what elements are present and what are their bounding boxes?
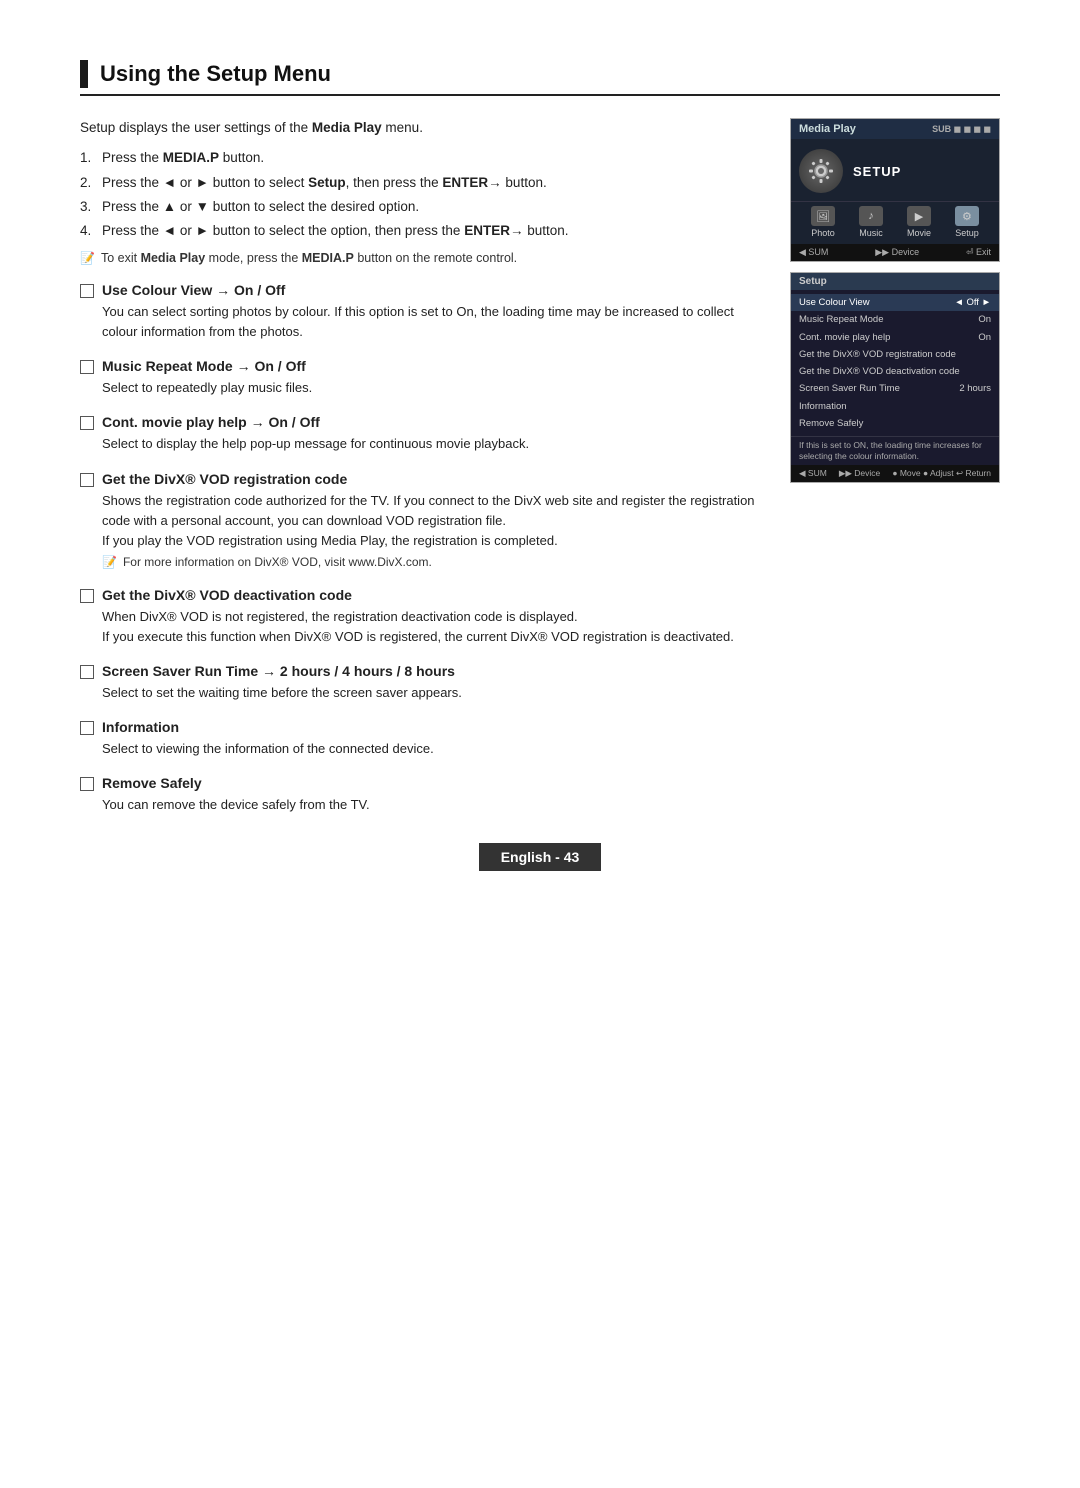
setup-item-colour-view: Use Colour View ◄ Off ► [791,294,999,311]
checkbox-icon [80,777,94,791]
checkbox-icon [80,284,94,298]
step-3: 3. Press the ▲ or ▼ button to select the… [80,197,766,217]
setup-item-music-repeat: Music Repeat Mode On [791,311,999,328]
subsection-remove-safely: Remove Safely You can remove the device … [80,775,766,815]
mp-sub: SUB ◼ ◼ ◼ ◼ [932,124,991,135]
subsection-screen-saver: Screen Saver Run Time → 2 hours / 4 hour… [80,663,766,703]
content-area: Setup displays the user settings of the … [80,118,1000,831]
media-play-screen: Media Play SUB ◼ ◼ ◼ ◼ [790,118,1000,262]
setup-item-information: Information [791,398,999,415]
mp-title: Media Play [799,123,856,135]
subsection-use-colour-view: Use Colour View → On / Off You can selec… [80,282,766,342]
checkbox-icon [80,360,94,374]
step-2: 2. Press the ◄ or ► button to select Set… [80,173,766,193]
page-footer: English - 43 [0,843,1080,871]
subsection-information: Information Select to viewing the inform… [80,719,766,759]
setup-menu-screen: Setup Use Colour View ◄ Off ► Music Repe… [790,272,1000,483]
mp-icon-setup: ⚙ Setup [955,206,979,238]
setup-screen-footer: ◀ SUM ▶▶ Device ● Move ● Adjust ↩ Return [791,465,999,482]
setup-screen-note: If this is set to ON, the loading time i… [791,436,999,465]
section-title-bar: Using the Setup Menu [80,60,1000,96]
setup-item-cont-movie: Cont. movie play help On [791,329,999,346]
divx-registration-note: 📝 For more information on DivX® VOD, vis… [102,554,766,571]
step-1: 1. Press the MEDIA.P button. [80,148,766,168]
setup-screen-header: Setup [791,273,999,290]
setup-item-remove-safely: Remove Safely [791,415,999,432]
page-number: English - 43 [479,843,602,871]
subsection-music-repeat: Music Repeat Mode → On / Off Select to r… [80,358,766,398]
checkbox-icon [80,665,94,679]
main-text-area: Setup displays the user settings of the … [80,118,766,831]
setup-menu-items: Use Colour View ◄ Off ► Music Repeat Mod… [791,290,999,436]
subsection-divx-registration: Get the DivX® VOD registration code Show… [80,471,766,571]
mp-footer: ◀ SUM ▶▶ Device ⏎ Exit [791,244,999,261]
checkbox-icon [80,589,94,603]
step-4: 4. Press the ◄ or ► button to select the… [80,221,766,241]
checkbox-icon [80,416,94,430]
setup-item-screen-saver: Screen Saver Run Time 2 hours [791,380,999,397]
checkbox-icon [80,473,94,487]
section-title: Using the Setup Menu [100,61,331,87]
title-accent [80,60,88,88]
mp-icon-photo: 🖼 Photo [811,206,835,238]
steps-list: 1. Press the MEDIA.P button. 2. Press th… [80,148,766,241]
mp-setup-label: SETUP [853,164,901,179]
subsection-cont-movie: Cont. movie play help → On / Off Select … [80,414,766,454]
intro-paragraph: Setup displays the user settings of the … [80,118,766,138]
setup-gear-icon [799,149,843,193]
checkbox-icon [80,721,94,735]
mp-icons-area: SETUP [791,139,999,201]
mp-bottom-icons: 🖼 Photo ♪ Music ▶ Movie ⚙ Setup [791,201,999,244]
mp-header: Media Play SUB ◼ ◼ ◼ ◼ [791,119,999,139]
setup-item-divx-reg: Get the DivX® VOD registration code [791,346,999,363]
page-container: Using the Setup Menu Setup displays the … [0,0,1080,911]
right-panels: Media Play SUB ◼ ◼ ◼ ◼ [790,118,1000,831]
subsection-divx-deactivation: Get the DivX® VOD deactivation code When… [80,587,766,647]
setup-item-divx-deact: Get the DivX® VOD deactivation code [791,363,999,380]
steps-note: 📝 To exit Media Play mode, press the MED… [80,249,766,268]
mp-icon-music: ♪ Music [859,206,883,238]
mp-icon-movie: ▶ Movie [907,206,931,238]
